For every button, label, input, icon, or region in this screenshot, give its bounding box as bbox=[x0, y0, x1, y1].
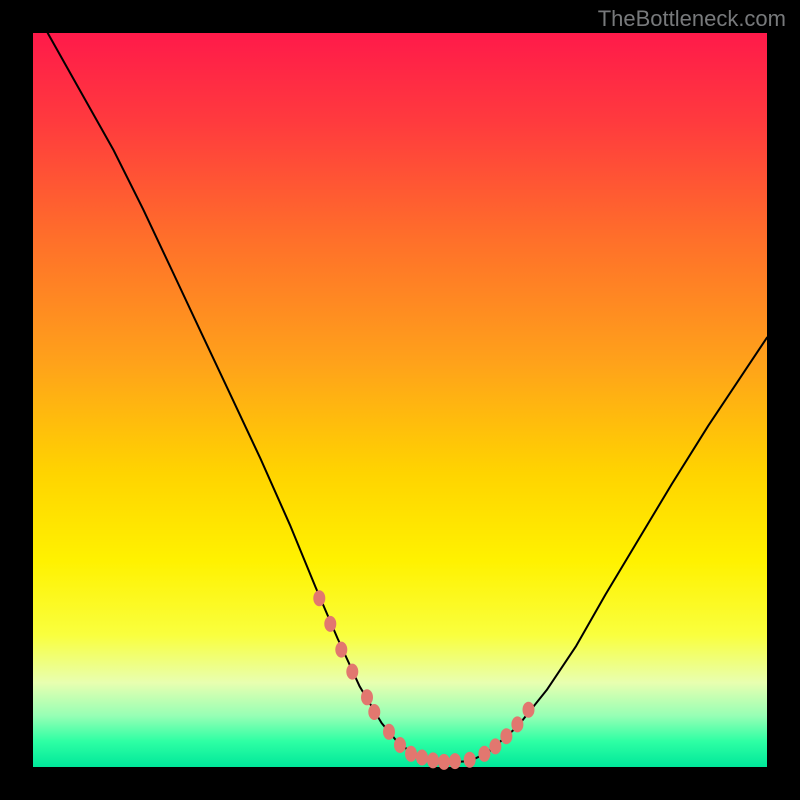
highlight-dot bbox=[489, 738, 501, 754]
highlight-dot bbox=[361, 689, 373, 705]
highlight-dot bbox=[335, 642, 347, 658]
watermark-label: TheBottleneck.com bbox=[598, 6, 786, 32]
highlight-dot bbox=[427, 752, 439, 768]
highlight-dot bbox=[464, 752, 476, 768]
plot-background bbox=[33, 33, 767, 767]
highlight-dot bbox=[383, 724, 395, 740]
highlight-dot bbox=[394, 737, 406, 753]
highlight-dot bbox=[405, 746, 417, 762]
highlight-dot bbox=[500, 728, 512, 744]
highlight-dot bbox=[511, 716, 523, 732]
highlight-dot bbox=[346, 664, 358, 680]
highlight-dot bbox=[523, 702, 535, 718]
bottleneck-chart bbox=[0, 0, 800, 800]
highlight-dot bbox=[368, 704, 380, 720]
highlight-dot bbox=[416, 750, 428, 766]
highlight-dot bbox=[324, 616, 336, 632]
chart-container: TheBottleneck.com bbox=[0, 0, 800, 800]
highlight-dot bbox=[438, 754, 450, 770]
highlight-dot bbox=[313, 590, 325, 606]
highlight-dot bbox=[449, 753, 461, 769]
highlight-dot bbox=[478, 746, 490, 762]
